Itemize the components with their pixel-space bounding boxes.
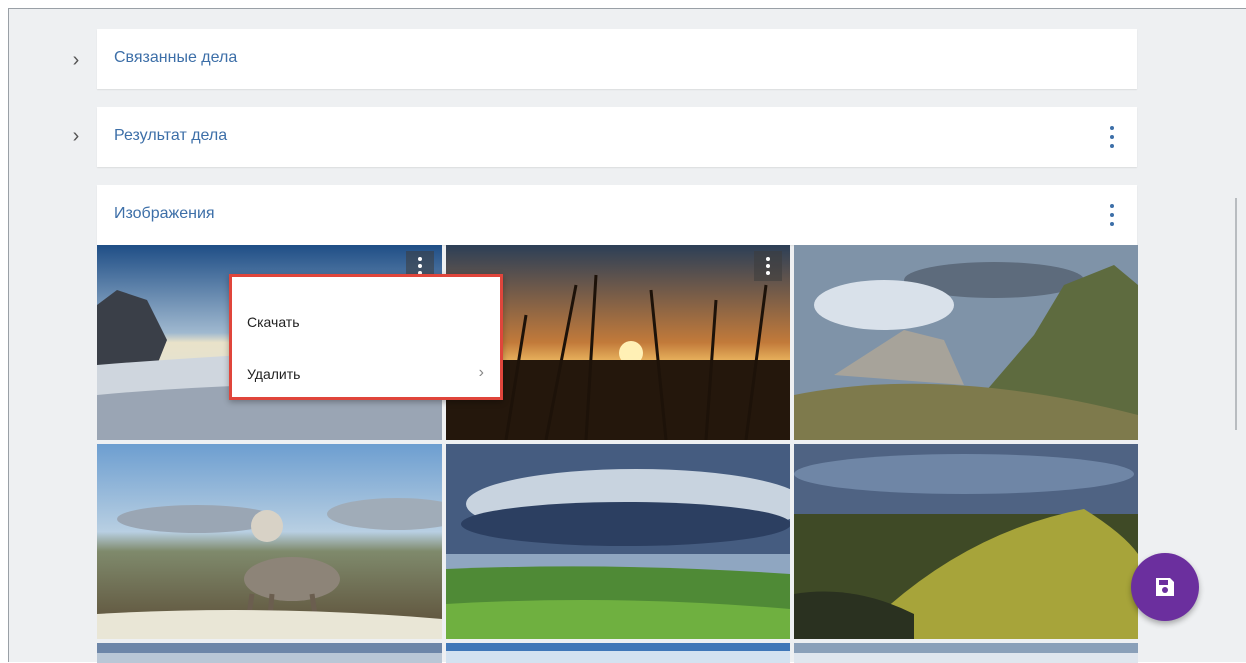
chevron-right-icon: › (478, 364, 484, 381)
arctic-fox-image (97, 444, 442, 639)
rocky-mountains-image (794, 245, 1138, 440)
expand-related-cases-icon[interactable]: › (66, 50, 86, 70)
more-vert-icon[interactable] (1107, 204, 1117, 226)
image-menu-icon[interactable] (754, 251, 782, 281)
menu-item-download[interactable]: Скачать (247, 314, 300, 330)
save-icon (1156, 578, 1174, 596)
image-context-menu: Скачать Удалить › (229, 274, 503, 400)
expand-case-result-icon[interactable]: › (66, 126, 86, 146)
save-button[interactable] (1131, 553, 1199, 621)
image-tile[interactable] (97, 444, 442, 639)
image-tile[interactable] (446, 643, 790, 663)
section-title: Изображения (114, 205, 215, 222)
section-title: Результат дела (114, 127, 228, 144)
section-title: Связанные дела (114, 49, 238, 66)
landscape-image (446, 643, 790, 663)
section-images: Изображения (97, 185, 1137, 245)
menu-item-delete[interactable]: Удалить (247, 366, 300, 382)
green-hills-image (794, 444, 1138, 639)
image-tile[interactable] (794, 245, 1138, 440)
landscape-image (794, 643, 1138, 663)
more-vert-icon[interactable] (1107, 126, 1117, 148)
image-tile[interactable] (794, 444, 1138, 639)
section-case-result[interactable]: Результат дела (97, 107, 1137, 167)
landscape-image (97, 643, 442, 663)
image-tile[interactable] (446, 444, 790, 639)
storm-cloud-image (446, 444, 790, 639)
section-related-cases[interactable]: Связанные дела (97, 29, 1137, 89)
image-tile[interactable] (794, 643, 1138, 663)
scrollbar[interactable] (1235, 198, 1237, 430)
image-tile[interactable] (97, 643, 442, 663)
